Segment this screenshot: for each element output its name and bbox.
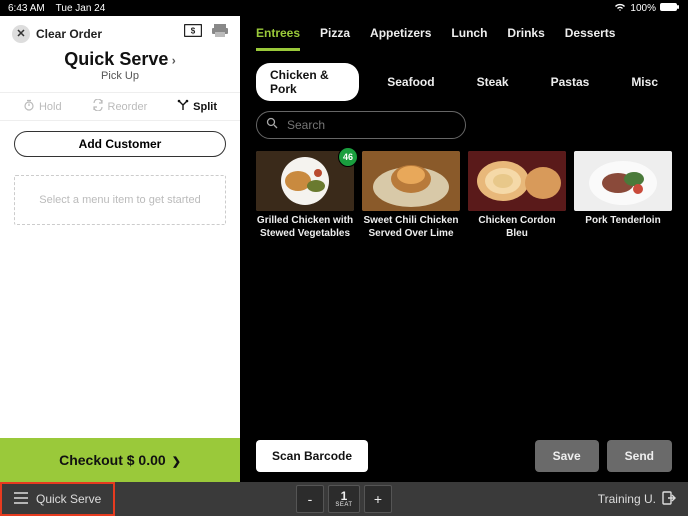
tab-appetizers[interactable]: Appetizers: [370, 26, 431, 51]
scan-barcode-button[interactable]: Scan Barcode: [256, 440, 368, 472]
send-button[interactable]: Send: [607, 440, 672, 472]
cash-icon[interactable]: $: [184, 24, 202, 43]
order-title[interactable]: Quick Serve ›: [0, 49, 240, 70]
tab-pizza[interactable]: Pizza: [320, 26, 350, 51]
order-type: Pick Up: [0, 70, 240, 82]
subcategory-tabs: Chicken & Pork Seafood Steak Pastas Misc: [240, 51, 688, 101]
search-input[interactable]: [256, 111, 466, 139]
status-time: 6:43 AM: [8, 3, 45, 14]
split-icon: [177, 99, 189, 114]
order-panel: ✕ Clear Order $ Quick Serve › Pick Up Ho: [0, 16, 240, 482]
battery-percent: 100%: [630, 3, 656, 14]
wifi-icon: [614, 2, 626, 15]
product-card[interactable]: Chicken Cordon Bleu: [468, 151, 566, 240]
seat-display[interactable]: 1 SEAT: [328, 485, 360, 513]
status-date: Tue Jan 24: [56, 3, 106, 14]
battery-icon: [660, 2, 680, 15]
product-image: [362, 151, 460, 211]
logout-icon: [662, 491, 676, 508]
product-label: Pork Tenderloin: [574, 215, 672, 228]
product-card[interactable]: Pork Tenderloin: [574, 151, 672, 240]
seat-decrement-button[interactable]: -: [296, 485, 324, 513]
status-bar: 6:43 AM Tue Jan 24 100%: [0, 0, 688, 16]
clear-order-label: Clear Order: [36, 27, 102, 41]
checkout-button[interactable]: Checkout $ 0.00❯: [0, 438, 240, 482]
tab-lunch[interactable]: Lunch: [451, 26, 487, 51]
search-icon: [266, 117, 278, 132]
print-icon[interactable]: [212, 24, 228, 43]
category-tabs: Entrees Pizza Appetizers Lunch Drinks De…: [240, 16, 688, 51]
inventory-badge: 46: [338, 147, 358, 167]
seat-increment-button[interactable]: +: [364, 485, 392, 513]
bottom-bar: Quick Serve - 1 SEAT + Training U.: [0, 482, 688, 516]
tab-desserts[interactable]: Desserts: [565, 26, 616, 51]
chevron-right-icon: ›: [168, 53, 175, 67]
add-customer-button[interactable]: Add Customer: [14, 131, 226, 157]
save-button[interactable]: Save: [535, 440, 599, 472]
reorder-icon: [92, 99, 104, 114]
product-image: [574, 151, 672, 211]
product-label: Sweet Chili Chicken Served Over Lime: [362, 215, 460, 240]
mode-menu-button[interactable]: Quick Serve: [0, 482, 115, 516]
subtab-seafood[interactable]: Seafood: [373, 70, 448, 94]
timer-icon: [23, 99, 35, 114]
menu-panel: Entrees Pizza Appetizers Lunch Drinks De…: [240, 16, 688, 482]
product-card[interactable]: 46 Grilled Chicken with Stewed Vegetable…: [256, 151, 354, 240]
hamburger-icon: [14, 492, 28, 507]
empty-order-placeholder: Select a menu item to get started: [14, 175, 226, 225]
product-image: [468, 151, 566, 211]
tab-entrees[interactable]: Entrees: [256, 26, 300, 51]
product-label: Chicken Cordon Bleu: [468, 215, 566, 240]
mode-label: Quick Serve: [36, 492, 101, 506]
seat-stepper: - 1 SEAT +: [296, 485, 392, 513]
subtab-pastas[interactable]: Pastas: [537, 70, 604, 94]
clear-order-button[interactable]: ✕ Clear Order: [12, 25, 102, 43]
svg-text:$: $: [191, 27, 196, 36]
reorder-button[interactable]: Reorder: [92, 99, 148, 114]
user-label: Training U.: [598, 492, 656, 506]
product-card[interactable]: Sweet Chili Chicken Served Over Lime: [362, 151, 460, 240]
chevron-right-icon: ❯: [172, 456, 181, 468]
subtab-misc[interactable]: Misc: [617, 70, 672, 94]
hold-button[interactable]: Hold: [23, 99, 62, 114]
product-grid: 46 Grilled Chicken with Stewed Vegetable…: [240, 151, 688, 240]
product-label: Grilled Chicken with Stewed Vegetables: [256, 215, 354, 240]
split-button[interactable]: Split: [177, 99, 217, 114]
subtab-steak[interactable]: Steak: [463, 70, 523, 94]
close-icon: ✕: [12, 25, 30, 43]
user-menu-button[interactable]: Training U.: [598, 491, 688, 508]
tab-drinks[interactable]: Drinks: [507, 26, 544, 51]
subtab-chicken-pork[interactable]: Chicken & Pork: [256, 63, 359, 101]
